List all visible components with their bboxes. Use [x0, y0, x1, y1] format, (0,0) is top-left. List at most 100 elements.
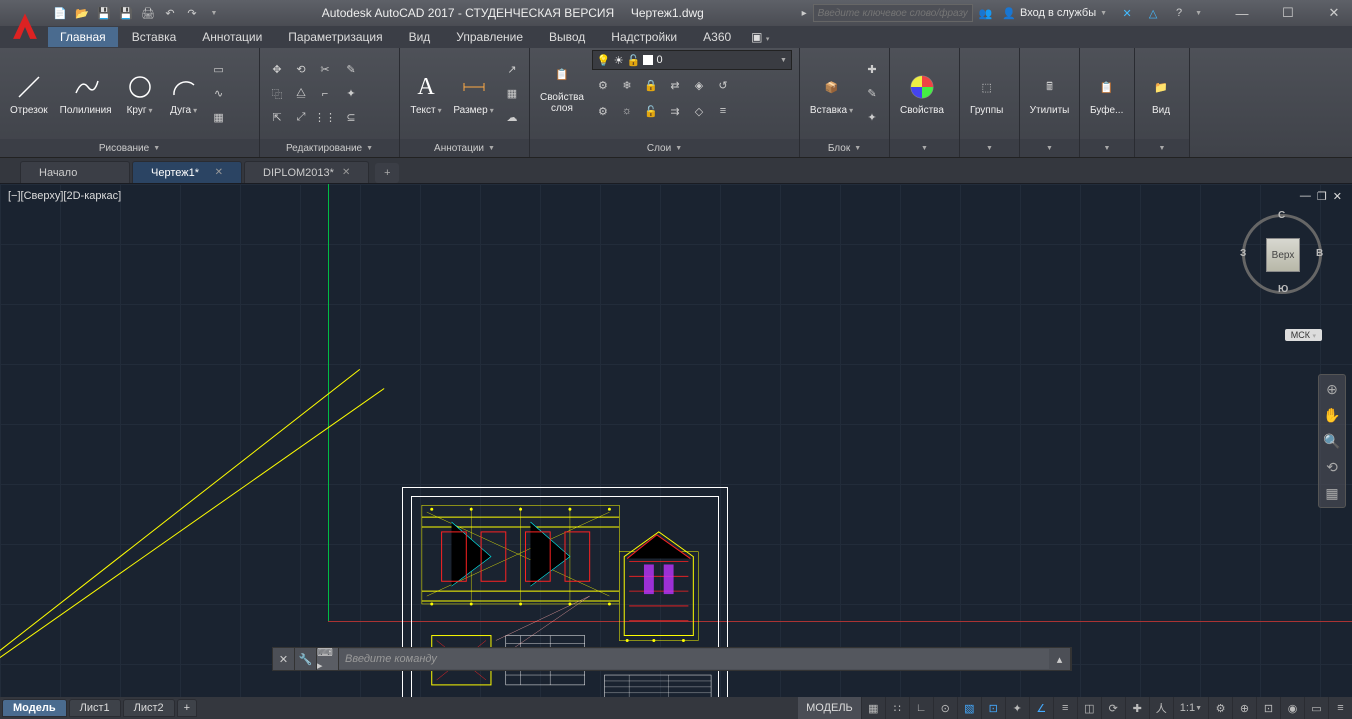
annomonitor2-icon[interactable]: ⊕ [1232, 697, 1256, 719]
osnap-toggle-icon[interactable]: ⊡ [981, 697, 1005, 719]
model-tab[interactable]: Модель [2, 699, 67, 717]
minimize-button[interactable]: — [1228, 3, 1256, 23]
spline-icon[interactable]: ∿ [208, 83, 230, 105]
explode-icon[interactable]: ✦ [340, 83, 362, 105]
annomonitor-icon[interactable]: ✚ [1125, 697, 1149, 719]
tab-insert[interactable]: Вставка [120, 27, 189, 47]
layer-iso-icon[interactable]: ◈ [688, 74, 710, 96]
close-icon[interactable]: ✕ [342, 167, 350, 178]
a360-icon[interactable]: △ [1143, 3, 1163, 23]
modelspace-label[interactable]: МОДЕЛЬ [798, 697, 861, 719]
cycling-icon[interactable]: ⟳ [1101, 697, 1125, 719]
tab-manage[interactable]: Управление [444, 27, 535, 47]
3dosnap-icon[interactable]: ✦ [1005, 697, 1029, 719]
layer-walk-icon[interactable]: ⇉ [664, 100, 686, 122]
create-block-icon[interactable]: ✚ [861, 59, 883, 81]
help-icon[interactable]: ? [1169, 3, 1189, 23]
tab-a360[interactable]: A360 [691, 27, 743, 47]
save-icon[interactable]: 💾 [94, 3, 114, 23]
tab-featured[interactable]: ▣ ▾ [745, 27, 775, 47]
grid-toggle-icon[interactable]: ▦ [861, 697, 885, 719]
transparency-icon[interactable]: ◫ [1077, 697, 1101, 719]
insert-block-button[interactable]: 📦Вставка [806, 69, 857, 118]
orbit-icon[interactable]: ⟲ [1322, 457, 1342, 477]
rect-icon[interactable]: ▭ [208, 59, 230, 81]
snap-toggle-icon[interactable]: ∷ [885, 697, 909, 719]
showmotion-icon[interactable]: ▦ [1322, 483, 1342, 503]
cmd-close-icon[interactable]: ✕ [273, 648, 295, 670]
text-button[interactable]: AТекст [406, 69, 446, 118]
close-icon[interactable]: ✕ [215, 167, 223, 178]
trim-icon[interactable]: ✂ [314, 59, 336, 81]
vp-minimize-icon[interactable]: — [1300, 190, 1311, 203]
layer-match-icon[interactable]: ⇄ [664, 74, 686, 96]
add-tab-button[interactable]: + [375, 163, 399, 183]
cmd-options-icon[interactable]: 🔧 [295, 648, 317, 670]
pan-icon[interactable]: ✋ [1322, 405, 1342, 425]
drawing-canvas[interactable]: [−][Сверху][2D-каркас] — ❐ ✕ [0, 184, 1352, 697]
leader-icon[interactable]: ↗ [501, 59, 523, 81]
polar-toggle-icon[interactable]: ⊙ [933, 697, 957, 719]
workspace-icon[interactable]: ⚙ [1208, 697, 1232, 719]
clipboard-button[interactable]: 📋Буфе... [1086, 69, 1127, 118]
customize-icon[interactable]: ≡ [1328, 697, 1352, 719]
rotate-icon[interactable]: ⟲ [290, 59, 312, 81]
utilities-button[interactable]: 🖩Утилиты [1026, 69, 1073, 118]
lineweight-icon[interactable]: ≡ [1053, 697, 1077, 719]
view-button[interactable]: 📁Вид [1141, 69, 1181, 118]
line-button[interactable]: Отрезок [6, 69, 52, 118]
doc-tab-diplom[interactable]: DIPLOM2013*✕ [244, 161, 369, 183]
tab-addins[interactable]: Надстройки [599, 27, 689, 47]
attr-icon[interactable]: ✦ [861, 107, 883, 129]
layout1-tab[interactable]: Лист1 [69, 699, 121, 717]
layer-dropdown[interactable]: 💡 ☀ 🔓 0 ▼ [592, 50, 792, 70]
viewcube-north[interactable]: С [1278, 210, 1285, 221]
stretch-icon[interactable]: ⇱ [266, 107, 288, 129]
app-logo[interactable] [4, 6, 46, 48]
vp-restore-icon[interactable]: ❐ [1317, 190, 1327, 203]
doc-tab-drawing1[interactable]: Чертеж1*✕ [132, 161, 242, 183]
wcs-badge[interactable]: МСК ▾ [1285, 329, 1322, 341]
table-icon[interactable]: ▦ [501, 83, 523, 105]
open-icon[interactable]: 📂 [72, 3, 92, 23]
isodraft-icon[interactable]: ▧ [957, 697, 981, 719]
zoom-extents-icon[interactable]: 🔍 [1322, 431, 1342, 451]
layer-off-icon[interactable]: ⚙ [592, 74, 614, 96]
viewcube[interactable]: Верх С Ю В З [1242, 214, 1322, 304]
viewcube-west[interactable]: З [1240, 248, 1246, 259]
cmd-recent-icon[interactable]: ⌨ ▸ [317, 648, 339, 670]
tab-output[interactable]: Вывод [537, 27, 597, 47]
dimension-button[interactable]: Размер [450, 69, 497, 118]
fillet-icon[interactable]: ⌐ [314, 83, 336, 105]
hardware-accel-icon[interactable]: ⊡ [1256, 697, 1280, 719]
offset-icon[interactable]: ⊆ [340, 107, 362, 129]
close-button[interactable]: ✕ [1320, 3, 1348, 23]
layer-state-icon[interactable]: ≡ [712, 100, 734, 122]
search-arrow-icon[interactable]: ▸ [802, 8, 807, 19]
undo-icon[interactable]: ↶ [160, 3, 180, 23]
exchange-icon[interactable]: ✕ [1117, 3, 1137, 23]
layer-lock-icon[interactable]: 🔒 [640, 74, 662, 96]
hatch-icon[interactable]: ▦ [208, 107, 230, 129]
layer-freeze-icon[interactable]: ❄ [616, 74, 638, 96]
array-icon[interactable]: ⋮⋮ [314, 107, 336, 129]
viewcube-top[interactable]: Верх [1266, 238, 1300, 272]
maximize-button[interactable]: ☐ [1274, 3, 1302, 23]
full-nav-wheel-icon[interactable]: ⊕ [1322, 379, 1342, 399]
redo-icon[interactable]: ↷ [182, 3, 202, 23]
vp-close-icon[interactable]: ✕ [1333, 190, 1342, 203]
erase-icon[interactable]: ✎ [340, 59, 362, 81]
viewcube-east[interactable]: В [1316, 248, 1323, 259]
scale-list-button[interactable]: 1:1 ▼ [1173, 697, 1208, 719]
doc-tab-start[interactable]: Начало [20, 161, 130, 183]
layout2-tab[interactable]: Лист2 [123, 699, 175, 717]
layer-unlock-icon[interactable]: 🔓 [640, 100, 662, 122]
new-icon[interactable]: 📄 [50, 3, 70, 23]
viewcube-south[interactable]: Ю [1278, 284, 1288, 295]
signin-button[interactable]: 👤 Вход в службы ▼ [998, 7, 1111, 20]
properties-button[interactable]: Свойства [896, 69, 948, 118]
polyline-button[interactable]: Полилиния [56, 69, 116, 118]
edit-block-icon[interactable]: ✎ [861, 83, 883, 105]
cmd-history-icon[interactable]: ▴ [1049, 648, 1071, 670]
mirror-icon[interactable]: ⧋ [290, 83, 312, 105]
